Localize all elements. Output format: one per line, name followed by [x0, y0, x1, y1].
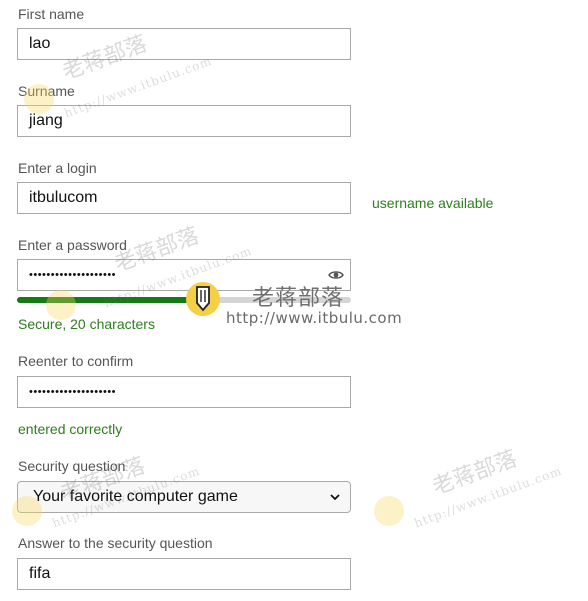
faint-badge [46, 290, 76, 320]
confirm-password-value: •••••••••••••••••••• [29, 386, 117, 398]
pencil-icon [196, 286, 210, 312]
faint-watermark-url-text: http://www.itbulu.com [412, 463, 564, 531]
confirm-password-input[interactable]: •••••••••••••••••••• [17, 376, 351, 408]
first-name-label: First name [18, 6, 85, 22]
watermark-text: 老蒋部落 [252, 286, 345, 311]
watermark-badge [186, 282, 220, 316]
security-question-value: Your favorite computer game [33, 488, 238, 505]
password-strength-fill [17, 297, 205, 303]
password-value: •••••••••••••••••••• [29, 269, 117, 281]
confirm-label: Reenter to confirm [18, 353, 134, 369]
faint-watermark-text: 老蒋部落 [429, 446, 521, 501]
answer-value: fifa [29, 565, 51, 582]
watermark-url: http://www.itbulu.com [226, 309, 403, 327]
faint-badge [24, 84, 54, 114]
security-question-label: Security question [18, 458, 126, 474]
first-name-input[interactable]: lao [17, 28, 351, 60]
login-value: itbulucom [29, 189, 98, 206]
faint-watermark: 老蒋部落 [427, 441, 521, 501]
security-question-select[interactable]: Your favorite computer game [17, 481, 351, 513]
confirm-status: entered correctly [18, 421, 123, 437]
login-status: username available [372, 195, 494, 211]
login-label: Enter a login [18, 160, 97, 176]
chevron-down-icon [330, 494, 340, 501]
first-name-value: lao [29, 35, 51, 52]
password-label: Enter a password [18, 237, 127, 253]
answer-input[interactable]: fifa [17, 558, 351, 590]
faint-badge [12, 496, 42, 526]
faint-watermark-url: http://www.itbulu.com [412, 464, 564, 531]
answer-label: Answer to the security question [18, 535, 213, 551]
login-input[interactable]: itbulucom [17, 182, 351, 214]
faint-badge [374, 496, 404, 526]
surname-input[interactable]: jiang [17, 105, 351, 137]
password-strength-text: Secure, 20 characters [18, 316, 155, 332]
